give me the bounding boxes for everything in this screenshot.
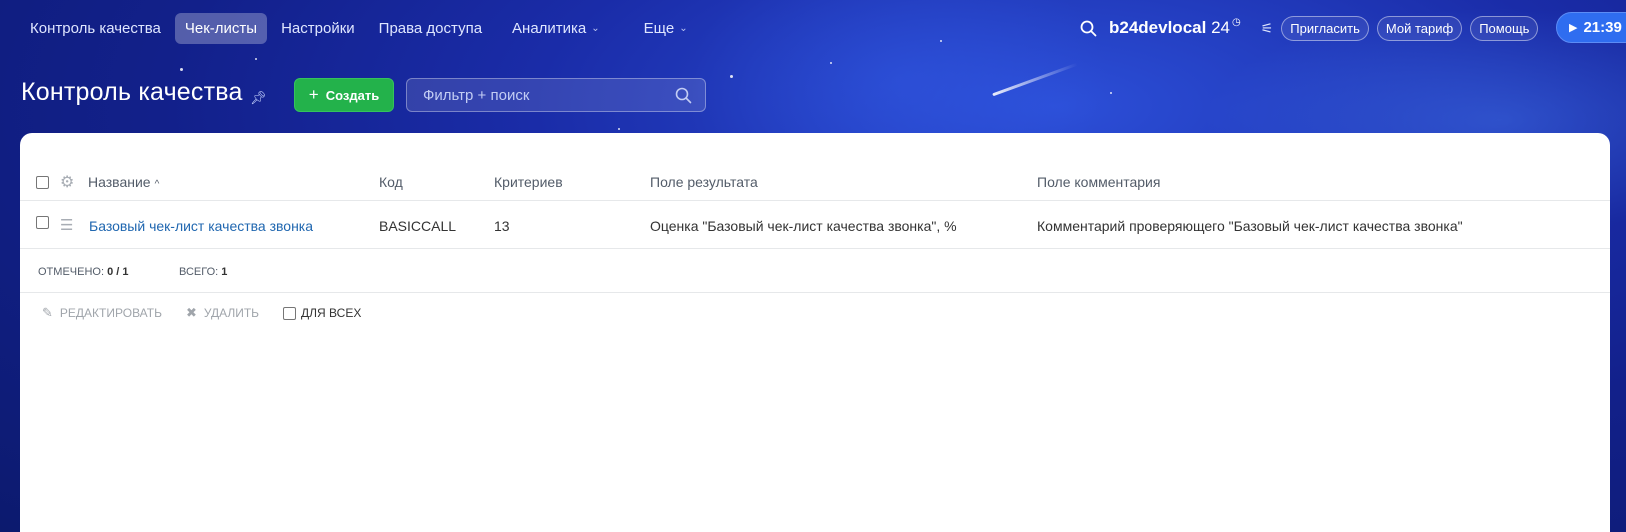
delete-action-label: УДАЛИТЬ (203, 306, 260, 320)
nav-item-access-rights[interactable]: Права доступа (369, 13, 492, 44)
nav-item-label: Аналитика (512, 19, 587, 37)
work-timer-button[interactable]: ▶ 21:39 (1556, 12, 1626, 43)
nav-item-checklists[interactable]: Чек-листы (174, 12, 268, 44)
page-title: Контроль качества (21, 78, 243, 106)
table-row[interactable]: ☰ Базовый чек-лист качества звонка BASIC… (20, 202, 1610, 249)
nav-item-analytics[interactable]: Аналитика ⌄ (502, 13, 610, 44)
for-all-checkbox[interactable] (283, 306, 297, 320)
timer-value: 21:39 (1583, 19, 1622, 36)
portal-name[interactable]: b24devlocal 24 (1109, 18, 1230, 38)
chevron-down-icon: ⌄ (591, 22, 600, 34)
nav-item-quality-control[interactable]: Контроль качества (20, 13, 171, 44)
nav-item-label: Настройки (281, 19, 355, 37)
sort-up-icon: ^ (154, 179, 160, 190)
selected-value: 0 / 1 (107, 266, 129, 278)
delete-action[interactable]: ✖ УДАЛИТЬ (186, 305, 259, 321)
total-label: ВСЕГО: (179, 266, 219, 278)
top-bar: Контроль качества Чек-листы Настройки Пр… (0, 0, 1626, 56)
create-button[interactable]: + Создать (294, 78, 394, 112)
comet-decoration (992, 62, 1078, 97)
gear-icon[interactable]: ⚙ (60, 172, 74, 192)
column-header-criteria[interactable]: Критериев (494, 174, 563, 190)
selected-label: ОТМЕЧЕНО: (38, 266, 104, 278)
checklist-criteria-count: 13 (494, 218, 510, 234)
nav-item-settings[interactable]: Настройки (271, 13, 365, 44)
selected-counter: ОТМЕЧЕНО: 0 / 1 (38, 266, 128, 278)
column-header-code[interactable]: Код (379, 174, 403, 190)
checklist-comment-field: Комментарий проверяющего "Базовый чек-ли… (1037, 218, 1463, 234)
chevron-down-icon: ⌄ (679, 22, 688, 34)
star-decoration (730, 75, 733, 78)
for-all-label: ДЛЯ ВСЕХ (301, 306, 362, 320)
edit-action[interactable]: ✎ РЕДАКТИРОВАТЬ (42, 305, 162, 321)
column-header-result-field[interactable]: Поле результата (650, 174, 758, 190)
column-header-name[interactable]: Название ^ (88, 174, 159, 190)
column-header-label: Название (88, 174, 151, 190)
search-icon[interactable] (1080, 20, 1097, 37)
filter-search-input[interactable] (407, 86, 657, 104)
portal-suffix: 24 (1211, 18, 1230, 37)
edit-action-label: РЕДАКТИРОВАТЬ (59, 306, 162, 320)
group-actions: ✎ РЕДАКТИРОВАТЬ ✖ УДАЛИТЬ ДЛЯ ВСЕХ (42, 305, 385, 321)
checklist-result-field: Оценка "Базовый чек-лист качества звонка… (650, 218, 957, 234)
nav-item-label: Еще (643, 19, 675, 37)
help-button[interactable]: Помощь (1470, 15, 1539, 41)
filter-search-box[interactable] (406, 78, 706, 112)
column-header-comment-field[interactable]: Поле комментария (1037, 174, 1160, 190)
sliders-icon[interactable]: ⚟ (1261, 20, 1274, 37)
row-menu-icon[interactable]: ☰ (60, 216, 73, 234)
clock-icon: ◷ (1231, 16, 1241, 28)
nav-item-more[interactable]: Еще ⌄ (634, 13, 698, 44)
search-icon[interactable] (675, 87, 692, 109)
select-all-checkbox[interactable] (36, 176, 49, 189)
grid-card: ⚙ Название ^ Код Критериев Поле результат… (20, 133, 1610, 532)
nav-item-label: Контроль качества (30, 19, 161, 37)
star-decoration (618, 128, 620, 130)
star-decoration (830, 62, 832, 64)
tariff-button[interactable]: Мой тариф (1376, 15, 1463, 41)
total-value: 1 (221, 266, 228, 278)
star-decoration (255, 58, 257, 60)
play-icon: ▶ (1569, 22, 1578, 34)
nav-item-label: Права доступа (378, 19, 483, 37)
pencil-icon: ✎ (42, 305, 53, 320)
table-footer: ОТМЕЧЕНО: 0 / 1 ВСЕГО: 1 (20, 250, 1610, 293)
star-decoration (1110, 92, 1112, 94)
checklist-code: BASICCALL (379, 218, 457, 234)
close-icon: ✖ (185, 305, 197, 320)
checklist-name-link[interactable]: Базовый чек-лист качества звонка (89, 218, 313, 234)
row-checkbox[interactable] (36, 216, 49, 229)
pin-icon[interactable]: 📌︎ (250, 90, 267, 106)
portal-name-text: b24devlocal (1109, 18, 1207, 37)
create-button-label: Создать (325, 87, 380, 103)
invite-button[interactable]: Пригласить (1281, 15, 1369, 41)
header-right: b24devlocal 24 ◷ ⚟ Пригласить Мой тариф … (1080, 0, 1539, 56)
plus-icon: + (308, 85, 319, 104)
star-decoration (180, 68, 183, 71)
top-nav: Контроль качества Чек-листы Настройки Пр… (20, 12, 702, 44)
for-all-toggle[interactable]: ДЛЯ ВСЕХ (283, 306, 361, 320)
nav-item-label: Чек-листы (184, 19, 258, 37)
table-header: ⚙ Название ^ Код Критериев Поле результат… (20, 163, 1610, 201)
total-counter: ВСЕГО: 1 (179, 266, 227, 278)
